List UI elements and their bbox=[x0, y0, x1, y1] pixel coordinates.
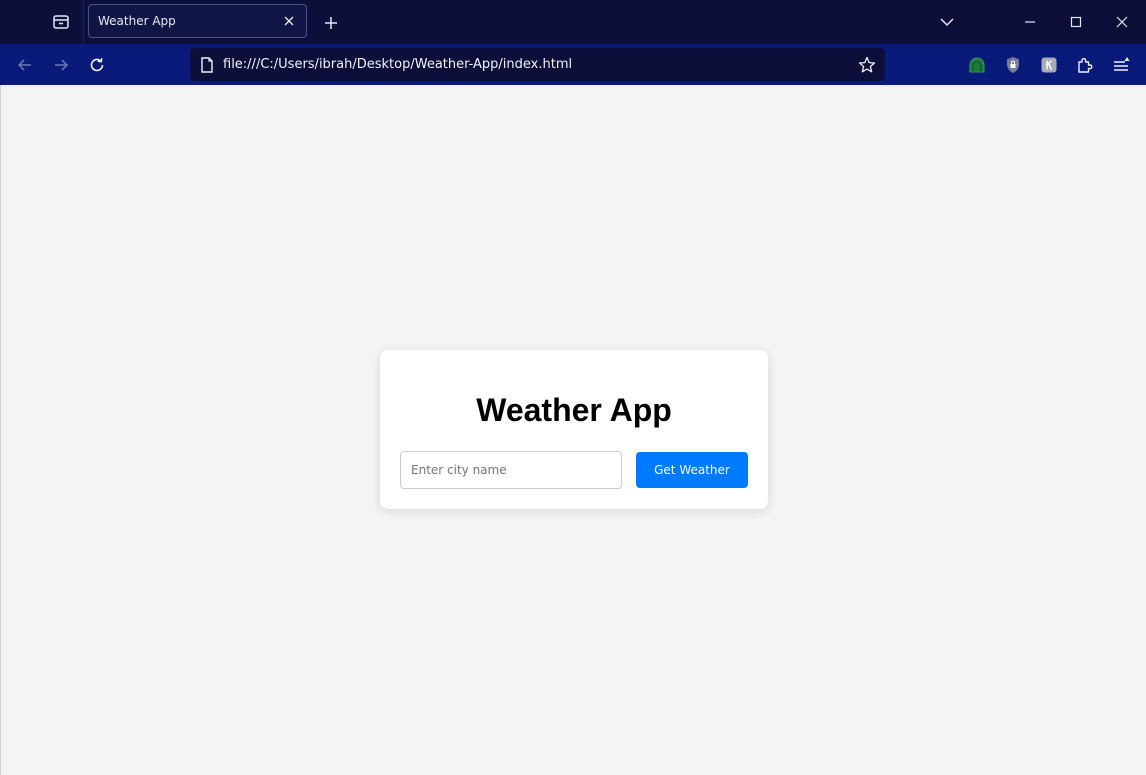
gray-extension-button[interactable] bbox=[1037, 53, 1061, 77]
page-icon bbox=[197, 55, 217, 75]
tab-title: Weather App bbox=[98, 14, 176, 28]
star-icon bbox=[858, 56, 876, 72]
close-icon bbox=[1116, 16, 1128, 28]
tab-overview-button[interactable] bbox=[44, 6, 78, 38]
get-weather-button[interactable]: Get Weather bbox=[636, 452, 748, 488]
close-icon bbox=[284, 16, 294, 26]
navigation-toolbar: file:///C:/Users/ibrah/Desktop/Weather-A… bbox=[0, 44, 1146, 85]
shield-extension-button[interactable] bbox=[1001, 53, 1025, 77]
green-extension-button[interactable] bbox=[965, 53, 989, 77]
weather-card: Weather App Get Weather bbox=[380, 350, 768, 509]
green-extension-icon bbox=[969, 57, 985, 73]
close-window-button[interactable] bbox=[1099, 0, 1145, 44]
reload-icon bbox=[90, 58, 104, 72]
bookmark-star-button[interactable] bbox=[855, 53, 879, 77]
arrow-right-icon bbox=[55, 59, 69, 71]
application-menu-button[interactable] bbox=[1109, 53, 1133, 77]
list-all-tabs-button[interactable] bbox=[934, 9, 960, 35]
minimize-button[interactable] bbox=[1007, 0, 1053, 44]
back-button[interactable] bbox=[11, 51, 39, 79]
tab-weather-app[interactable]: Weather App bbox=[88, 4, 307, 38]
tab-strip: Weather App bbox=[0, 0, 1146, 44]
reload-button[interactable] bbox=[83, 51, 111, 79]
shield-lock-icon bbox=[1007, 57, 1019, 73]
hamburger-menu-icon bbox=[1114, 57, 1130, 71]
url-text[interactable]: file:///C:/Users/ibrah/Desktop/Weather-A… bbox=[223, 57, 855, 72]
tab-overview-icon bbox=[53, 15, 69, 29]
arrow-left-icon bbox=[17, 59, 31, 71]
minimize-icon bbox=[1025, 21, 1035, 23]
tab-close-button[interactable] bbox=[280, 12, 298, 30]
gray-extension-icon bbox=[1041, 57, 1057, 73]
puzzle-icon bbox=[1078, 58, 1093, 73]
plus-icon bbox=[325, 17, 337, 29]
city-name-input[interactable] bbox=[400, 451, 622, 489]
maximize-icon bbox=[1070, 16, 1082, 28]
new-tab-button[interactable] bbox=[318, 10, 344, 36]
chevron-down-icon bbox=[940, 18, 954, 27]
extensions-button[interactable] bbox=[1073, 53, 1097, 77]
address-bar[interactable]: file:///C:/Users/ibrah/Desktop/Weather-A… bbox=[190, 48, 885, 81]
maximize-button[interactable] bbox=[1053, 0, 1099, 44]
browser-window: Weather App file:///C:/Users/ibrah/Deskt… bbox=[0, 0, 1146, 775]
page-viewport: Weather App Get Weather bbox=[0, 85, 1146, 775]
forward-button[interactable] bbox=[47, 51, 75, 79]
page-title: Weather App bbox=[476, 392, 672, 428]
tab-strip-divider bbox=[83, 0, 84, 44]
